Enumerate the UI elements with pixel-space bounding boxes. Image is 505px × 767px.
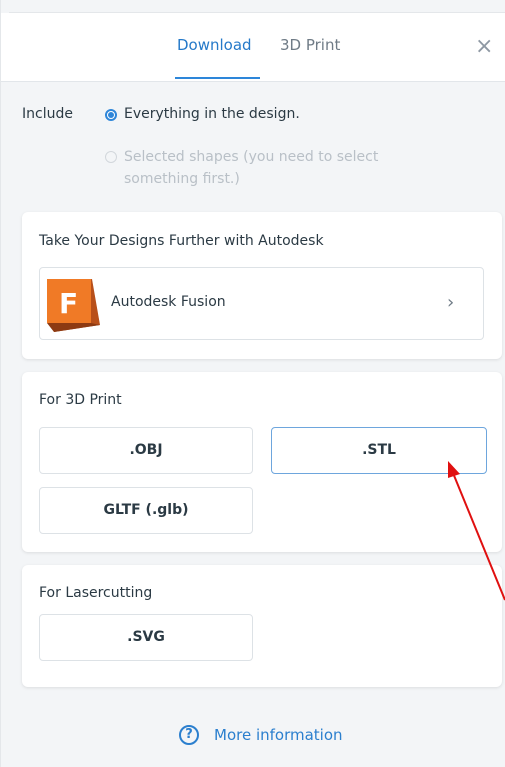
active-tab-indicator: [175, 77, 260, 79]
radio-selected-shapes[interactable]: [105, 151, 117, 163]
fusion-logo-letter: F: [59, 287, 78, 320]
obj-format-button[interactable]: .OBJ: [39, 427, 253, 474]
3d-print-card-title: For 3D Print: [39, 392, 122, 408]
radio-everything[interactable]: [105, 109, 117, 121]
lasercutting-card: For Lasercutting .SVG: [22, 565, 502, 687]
stl-format-button[interactable]: .STL: [271, 427, 487, 474]
option-everything-label[interactable]: Everything in the design.: [124, 106, 300, 122]
chevron-right-icon: ›: [447, 292, 455, 313]
tab-download[interactable]: Download: [177, 36, 252, 54]
download-panel: Download 3D Print × Include Everything i…: [0, 0, 505, 767]
close-icon[interactable]: ×: [475, 36, 493, 58]
tab-3d-print[interactable]: 3D Print: [280, 36, 340, 54]
glb-format-button[interactable]: GLTF (.glb): [39, 487, 253, 534]
include-label: Include: [22, 106, 73, 122]
more-information-label: More information: [214, 726, 343, 744]
autodesk-card: Take Your Designs Further with Autodesk …: [22, 212, 502, 359]
lasercutting-card-title: For Lasercutting: [39, 585, 153, 601]
help-icon: ?: [179, 725, 199, 745]
autodesk-card-title: Take Your Designs Further with Autodesk: [39, 233, 324, 249]
3d-print-card: For 3D Print .OBJ .STL GLTF (.glb): [22, 372, 502, 552]
fusion-product-name: Autodesk Fusion: [111, 294, 226, 310]
svg-format-button[interactable]: .SVG: [39, 614, 253, 661]
fusion-logo-icon: F: [47, 279, 100, 332]
panel-header: Download 3D Print ×: [1, 13, 505, 82]
option-selected-shapes-label: Selected shapes (you need to select some…: [124, 149, 379, 187]
autodesk-fusion-link[interactable]: F Autodesk Fusion ›: [39, 267, 484, 340]
